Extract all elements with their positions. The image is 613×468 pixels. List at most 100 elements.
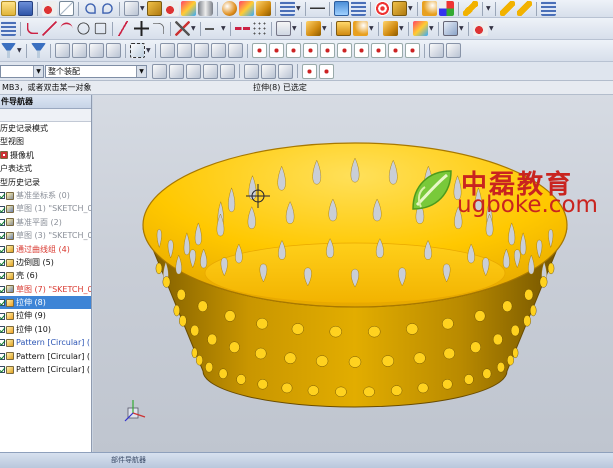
snap-icon[interactable] [89, 43, 104, 58]
scope-select[interactable]: 整个装配 ▼ [45, 64, 147, 78]
blend-icon[interactable] [353, 21, 368, 36]
snap-icon[interactable] [72, 43, 87, 58]
snap-icon[interactable] [55, 43, 70, 58]
layers-icon[interactable] [334, 1, 349, 16]
paint-icon[interactable] [413, 21, 428, 36]
blend-icon[interactable] [422, 1, 437, 16]
face-icon[interactable] [443, 21, 458, 36]
cylinder-icon[interactable] [198, 1, 213, 16]
snap-icon[interactable] [228, 43, 243, 58]
visibility-checkbox[interactable] [0, 245, 5, 253]
tree-node[interactable]: 壳 (6) [0, 269, 91, 282]
box-icon[interactable] [147, 1, 162, 16]
snap-icon[interactable] [194, 43, 209, 58]
tree-node[interactable]: 历史记录模式 [0, 122, 91, 135]
point-icon[interactable] [303, 43, 318, 58]
sketch-icon[interactable] [276, 21, 291, 36]
point-icon[interactable] [286, 43, 301, 58]
chevron-down-icon[interactable]: ▼ [429, 21, 435, 36]
pencil-icon[interactable] [517, 1, 532, 16]
save-icon[interactable] [18, 1, 33, 16]
snap-icon[interactable] [261, 63, 276, 79]
chevron-down-icon[interactable]: ▼ [140, 1, 146, 16]
point-icon[interactable] [405, 43, 420, 58]
folder-icon[interactable] [1, 1, 16, 16]
spline-icon[interactable] [26, 22, 39, 35]
chevron-down-icon[interactable]: ▼ [146, 43, 152, 58]
visibility-checkbox[interactable] [0, 218, 5, 226]
tree-node[interactable]: 草图 (1) "SKETCH_0 [0, 202, 91, 215]
cut-icon[interactable] [473, 21, 488, 36]
point-icon[interactable] [371, 43, 386, 58]
sphere-icon[interactable] [222, 1, 237, 16]
trim-icon[interactable] [175, 21, 190, 36]
rect-icon[interactable] [94, 22, 107, 35]
tree-node[interactable]: Pattern [Circular] ( [0, 363, 91, 376]
cube-icon[interactable] [306, 21, 321, 36]
chevron-down-icon[interactable]: ▼ [221, 21, 227, 36]
arc-icon[interactable] [60, 22, 73, 35]
plus-icon[interactable] [134, 21, 149, 36]
box-icon[interactable] [392, 1, 407, 16]
tree-node[interactable]: 草图 (7) "SKETCH_0 [0, 283, 91, 296]
visibility-checkbox[interactable] [0, 205, 5, 213]
visibility-checkbox[interactable] [0, 192, 5, 200]
snap-icon[interactable] [160, 43, 175, 58]
tree-node[interactable]: 型视图 [0, 135, 91, 148]
visibility-checkbox[interactable] [0, 352, 5, 360]
line-icon[interactable] [42, 21, 57, 36]
tree-node[interactable]: 摄像机 [0, 149, 91, 162]
point-icon[interactable] [269, 43, 284, 58]
point-icon[interactable] [319, 63, 334, 79]
point-icon[interactable] [388, 43, 403, 58]
tree-node[interactable]: 拉伸 (9) [0, 309, 91, 322]
dash-icon[interactable] [310, 1, 325, 16]
tree-node[interactable]: 型历史记录 [0, 176, 91, 189]
point-icon[interactable] [302, 63, 317, 79]
visibility-checkbox[interactable] [0, 232, 5, 240]
chevron-down-icon[interactable]: ▼ [296, 1, 302, 16]
circle-icon[interactable] [77, 22, 90, 35]
snap-icon[interactable] [244, 63, 259, 79]
chevron-down-icon[interactable]: ▼ [369, 21, 375, 36]
target-icon[interactable] [375, 1, 390, 16]
redo-icon[interactable] [102, 3, 113, 14]
snap-icon[interactable] [177, 43, 192, 58]
extend-icon[interactable] [205, 21, 220, 36]
visibility-checkbox[interactable] [0, 285, 5, 293]
chevron-down-icon[interactable]: ▼ [486, 1, 492, 16]
snap-icon[interactable] [152, 63, 167, 79]
resource-tab-label[interactable]: 部件导航器 [111, 455, 146, 465]
cut-icon[interactable] [42, 1, 57, 16]
tree-node[interactable]: 草图 (3) "SKETCH_0 [0, 229, 91, 242]
pencil-icon[interactable] [463, 1, 478, 16]
tree-node[interactable]: 基准平面 (2) [0, 216, 91, 229]
visibility-checkbox[interactable] [0, 272, 5, 280]
tree-node[interactable]: 拉伸 (10) [0, 323, 91, 336]
graphics-window[interactable]: 中磊教育 ugboke.com [93, 95, 613, 452]
extrude-icon[interactable] [336, 21, 351, 36]
snap-icon[interactable] [169, 63, 184, 79]
chevron-down-icon[interactable]: ▼ [292, 21, 298, 36]
point-icon[interactable] [252, 43, 267, 58]
move-icon[interactable] [439, 1, 454, 16]
snap-icon[interactable] [106, 43, 121, 58]
chevron-down-icon[interactable]: ▼ [399, 21, 405, 36]
grid-icon[interactable] [351, 1, 366, 16]
fillet-icon[interactable] [152, 22, 165, 35]
chevron-down-icon[interactable]: ▼ [408, 1, 414, 16]
tree-node[interactable]: 基准坐标系 (0) [0, 189, 91, 202]
snap-icon[interactable] [446, 43, 461, 58]
paint-icon[interactable] [239, 1, 254, 16]
type-filter-select[interactable]: ▼ [0, 64, 44, 78]
snap-icon[interactable] [220, 63, 235, 79]
chevron-down-icon[interactable]: ▼ [489, 21, 495, 36]
polyline-icon[interactable] [117, 21, 132, 36]
filter-icon[interactable] [31, 43, 46, 58]
tree-node[interactable]: 边倒圆 (5) [0, 256, 91, 269]
point-icon[interactable] [320, 43, 335, 58]
filter-icon[interactable] [1, 43, 16, 58]
grid-icon[interactable] [541, 1, 556, 16]
cube-icon[interactable] [256, 1, 271, 16]
cube-icon[interactable] [383, 21, 398, 36]
